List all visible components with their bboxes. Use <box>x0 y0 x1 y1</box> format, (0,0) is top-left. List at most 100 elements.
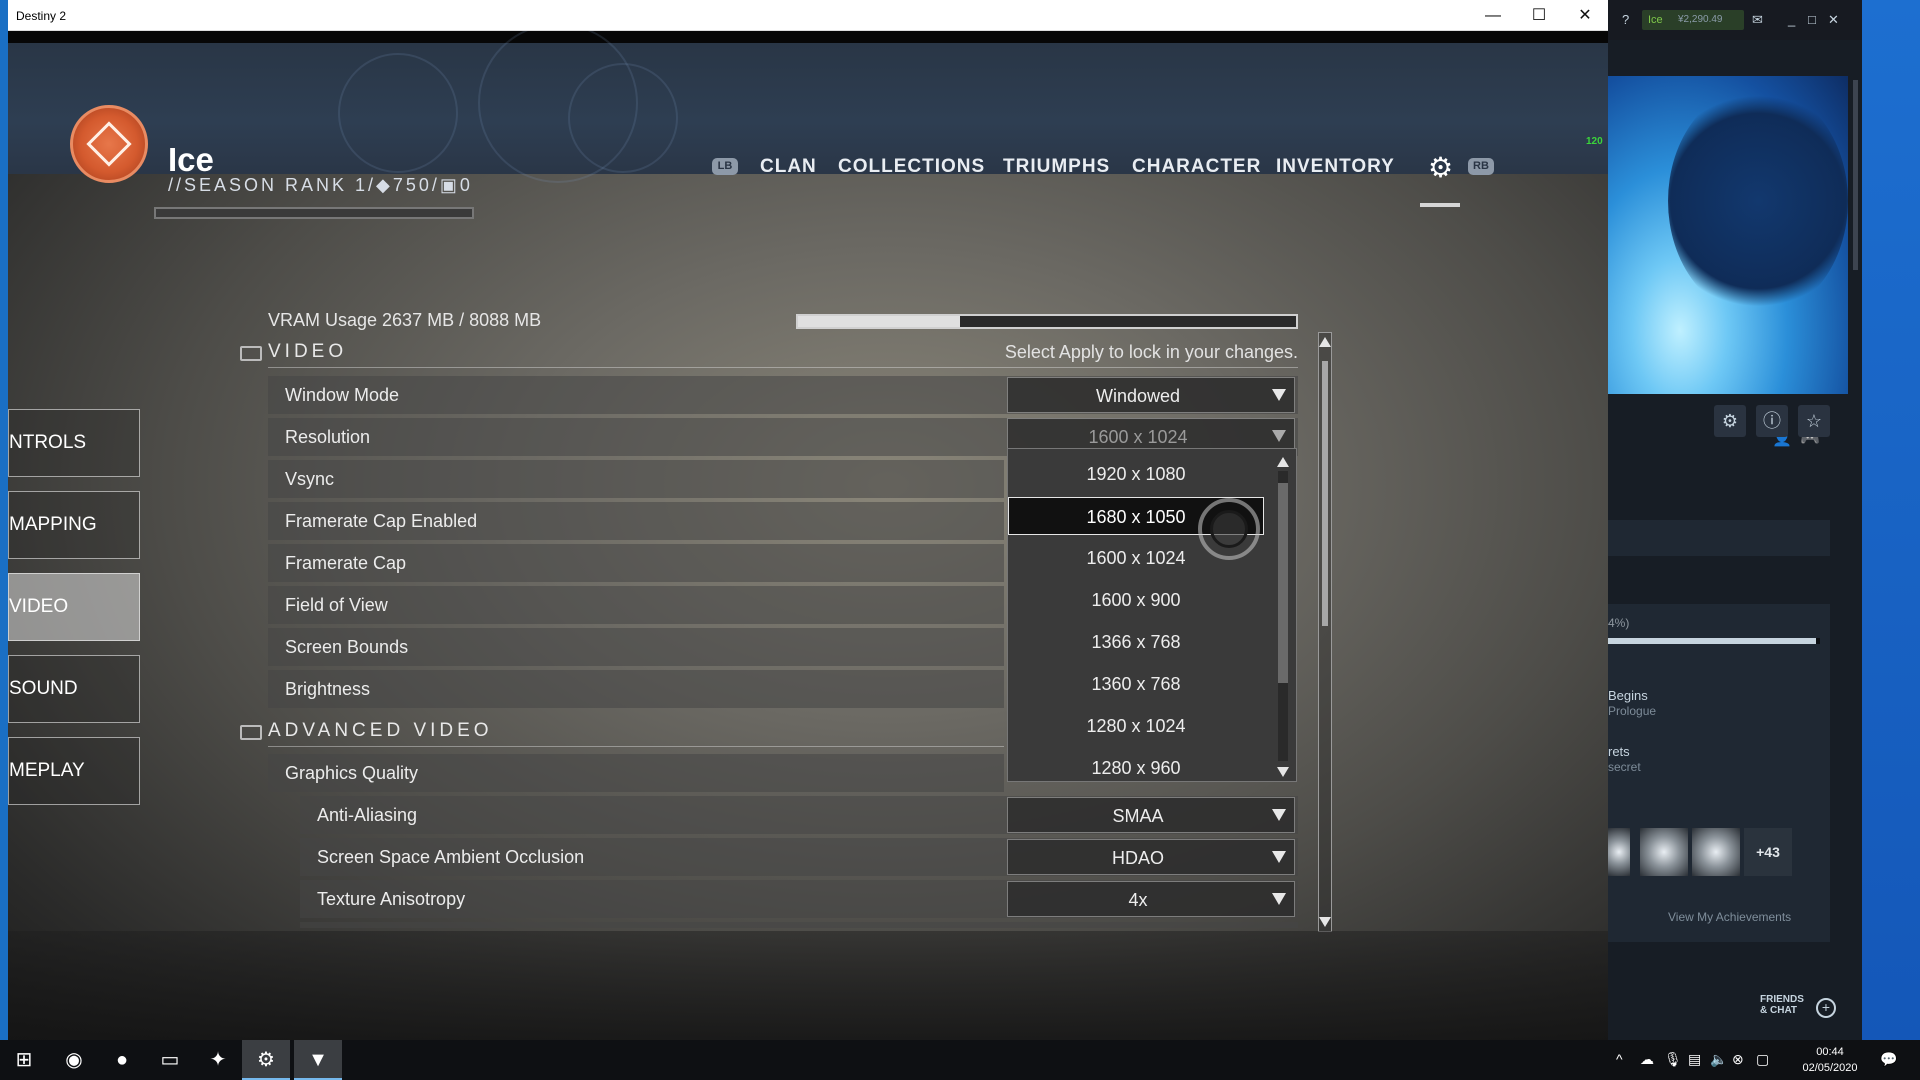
tab-sound[interactable]: SOUND <box>8 655 140 723</box>
steam-scrollbar[interactable] <box>1853 80 1858 270</box>
resolution-option[interactable]: 1280 x 1024 <box>1008 707 1264 745</box>
resolution-option[interactable]: 1920 x 1080 <box>1008 455 1264 493</box>
scroll-up-icon[interactable] <box>1277 457 1289 467</box>
setting-row-framerate-cap-enabled[interactable]: Framerate Cap Enabled <box>268 502 1004 540</box>
friends-chat-button[interactable]: FRIENDS & CHAT <box>1760 994 1804 1016</box>
star-icon[interactable]: ☆ <box>1798 405 1830 437</box>
window-titlebar[interactable]: Destiny 2 — ☐ ✕ <box>8 0 1608 31</box>
player-emblem-icon[interactable] <box>70 105 148 183</box>
achievement-icon[interactable] <box>1608 828 1630 876</box>
scroll-down-icon[interactable] <box>1319 917 1331 927</box>
minimize-button[interactable]: — <box>1470 0 1516 31</box>
vram-usage-bar <box>796 314 1298 329</box>
friends-chat-label: FRIENDS <box>1760 994 1804 1005</box>
tab-controls[interactable]: NTROLS <box>8 409 140 477</box>
achievement-title: rets <box>1608 744 1630 759</box>
windows-start-icon[interactable]: ⊞ <box>0 1040 48 1080</box>
wallet-balance: ¥2,290.49 <box>1678 14 1723 25</box>
destiny-icon[interactable]: ▼ <box>294 1040 342 1080</box>
maximize-button[interactable]: □ <box>1808 12 1816 27</box>
ssao-dropdown[interactable]: HDAO <box>1007 839 1295 875</box>
close-button[interactable]: ✕ <box>1562 0 1608 31</box>
chevron-down-icon <box>1272 893 1286 905</box>
more-achievements-badge[interactable]: +43 <box>1744 828 1792 876</box>
game-viewport: Ice //SEASON RANK 1/◆750/▣0 LB CLAN COLL… <box>8 31 1608 1040</box>
nav-character[interactable]: CHARACTER <box>1132 156 1261 178</box>
nav-inventory[interactable]: INVENTORY <box>1276 156 1395 178</box>
texture-anisotropy-dropdown[interactable]: 4x <box>1007 881 1295 917</box>
setting-row-vsync[interactable]: Vsync <box>268 460 1004 498</box>
achievement-description: secret <box>1608 760 1641 774</box>
resolution-option[interactable]: 1360 x 768 <box>1008 665 1264 703</box>
mail-icon[interactable]: ✉ <box>1752 12 1763 28</box>
onedrive-icon[interactable]: ☁ <box>1640 1051 1654 1068</box>
chevron-down-icon <box>1272 430 1286 442</box>
resolution-option[interactable]: 1600 x 900 <box>1008 581 1264 619</box>
nav-triumphs[interactable]: TRIUMPHS <box>1003 156 1110 178</box>
gear-icon[interactable]: ⚙ <box>1714 405 1746 437</box>
clock[interactable]: 00:44 02/05/2020 <box>1792 1044 1868 1076</box>
chevron-down-icon <box>1272 809 1286 821</box>
monitor-icon <box>240 346 262 361</box>
steam-titlebar[interactable]: ? Ice ¥2,290.49 ✉ _ □ ✕ <box>1608 0 1862 40</box>
dropdown-value: HDAO <box>1111 848 1164 868</box>
help-button[interactable]: ? <box>1622 12 1629 27</box>
network-icon[interactable]: ▤ <box>1688 1051 1701 1068</box>
header-decoration <box>338 53 458 173</box>
setting-row-screen-bounds[interactable]: Screen Bounds <box>268 628 1004 666</box>
achievement-icon[interactable] <box>1692 828 1740 876</box>
resolution-option[interactable]: 1366 x 768 <box>1008 623 1264 661</box>
section-title-advanced-video: ADVANCED VIDEO <box>268 720 493 741</box>
steam-icon[interactable]: ⚙ <box>242 1040 290 1080</box>
maximize-button[interactable]: ☐ <box>1516 0 1562 31</box>
tab-gameplay[interactable]: MEPLAY <box>8 737 140 805</box>
microphone-icon[interactable]: 🎙 <box>1664 1051 1682 1068</box>
settings-scroll-thumb[interactable] <box>1322 361 1328 626</box>
view-achievements-link[interactable]: View My Achievements <box>1668 910 1791 924</box>
app-icon[interactable]: ● <box>98 1040 146 1080</box>
nav-clan[interactable]: CLAN <box>760 156 817 178</box>
setting-label: Resolution <box>285 427 371 447</box>
setting-label: Screen Space Ambient Occlusion <box>317 847 585 867</box>
tab-mapping[interactable]: MAPPING <box>8 491 140 559</box>
friends-chat-label: & CHAT <box>1760 1005 1798 1016</box>
game-hero-image: 👤 🎮 <box>1608 76 1848 447</box>
scroll-up-icon[interactable] <box>1319 337 1331 347</box>
dropdown-value: Windowed <box>1095 386 1181 406</box>
setting-row-field-of-view[interactable]: Field of View <box>268 586 1004 624</box>
steam-account-menu[interactable]: Ice ¥2,290.49 <box>1642 10 1744 30</box>
chevron-down-icon <box>1272 389 1286 401</box>
clock-date: 02/05/2020 <box>1802 1062 1858 1074</box>
resolution-list-scroll-thumb[interactable] <box>1278 483 1288 683</box>
close-button[interactable]: ✕ <box>1828 12 1839 28</box>
steam-tray-icon[interactable]: ⊗ <box>1732 1051 1744 1068</box>
notification-icon[interactable]: ▢ <box>1756 1051 1769 1068</box>
window-mode-dropdown[interactable]: Windowed <box>1007 377 1295 413</box>
file-explorer-icon[interactable]: ▭ <box>146 1040 194 1080</box>
setting-label: Graphics Quality <box>285 763 419 783</box>
setting-label: Framerate Cap <box>285 553 407 573</box>
resolution-option[interactable]: 1280 x 960 <box>1008 749 1264 787</box>
setting-row-brightness[interactable]: Brightness <box>268 670 1004 708</box>
figma-icon[interactable]: ✦ <box>194 1040 242 1080</box>
chrome-icon[interactable]: ◉ <box>50 1040 98 1080</box>
setting-label: Texture Anisotropy <box>317 889 466 909</box>
minimize-button[interactable]: _ <box>1788 12 1795 27</box>
nav-collections[interactable]: COLLECTIONS <box>838 156 985 178</box>
resolution-options-list[interactable]: 1920 x 1080 1680 x 1050 1600 x 1024 1600… <box>1007 448 1297 782</box>
action-center-icon[interactable]: 💬 <box>1880 1051 1897 1068</box>
setting-label: Brightness <box>285 679 371 699</box>
tray-expand-icon[interactable]: ^ <box>1616 1051 1623 1067</box>
anti-aliasing-dropdown[interactable]: SMAA <box>1007 797 1295 833</box>
season-rank-progress <box>154 207 474 219</box>
window-title: Destiny 2 <box>16 9 67 23</box>
setting-row-graphics-quality[interactable]: Graphics Quality <box>268 754 1004 792</box>
setting-row-framerate-cap[interactable]: Framerate Cap <box>268 544 1004 582</box>
scroll-down-icon[interactable] <box>1277 767 1289 777</box>
volume-icon[interactable]: 🔈 <box>1710 1051 1727 1068</box>
tab-video[interactable]: VIDEO <box>8 573 140 641</box>
achievement-icon[interactable] <box>1640 828 1688 876</box>
info-icon[interactable]: ⓘ <box>1756 405 1788 437</box>
gear-icon[interactable]: ⚙ <box>1428 151 1453 184</box>
add-friend-icon[interactable]: + <box>1816 998 1836 1018</box>
